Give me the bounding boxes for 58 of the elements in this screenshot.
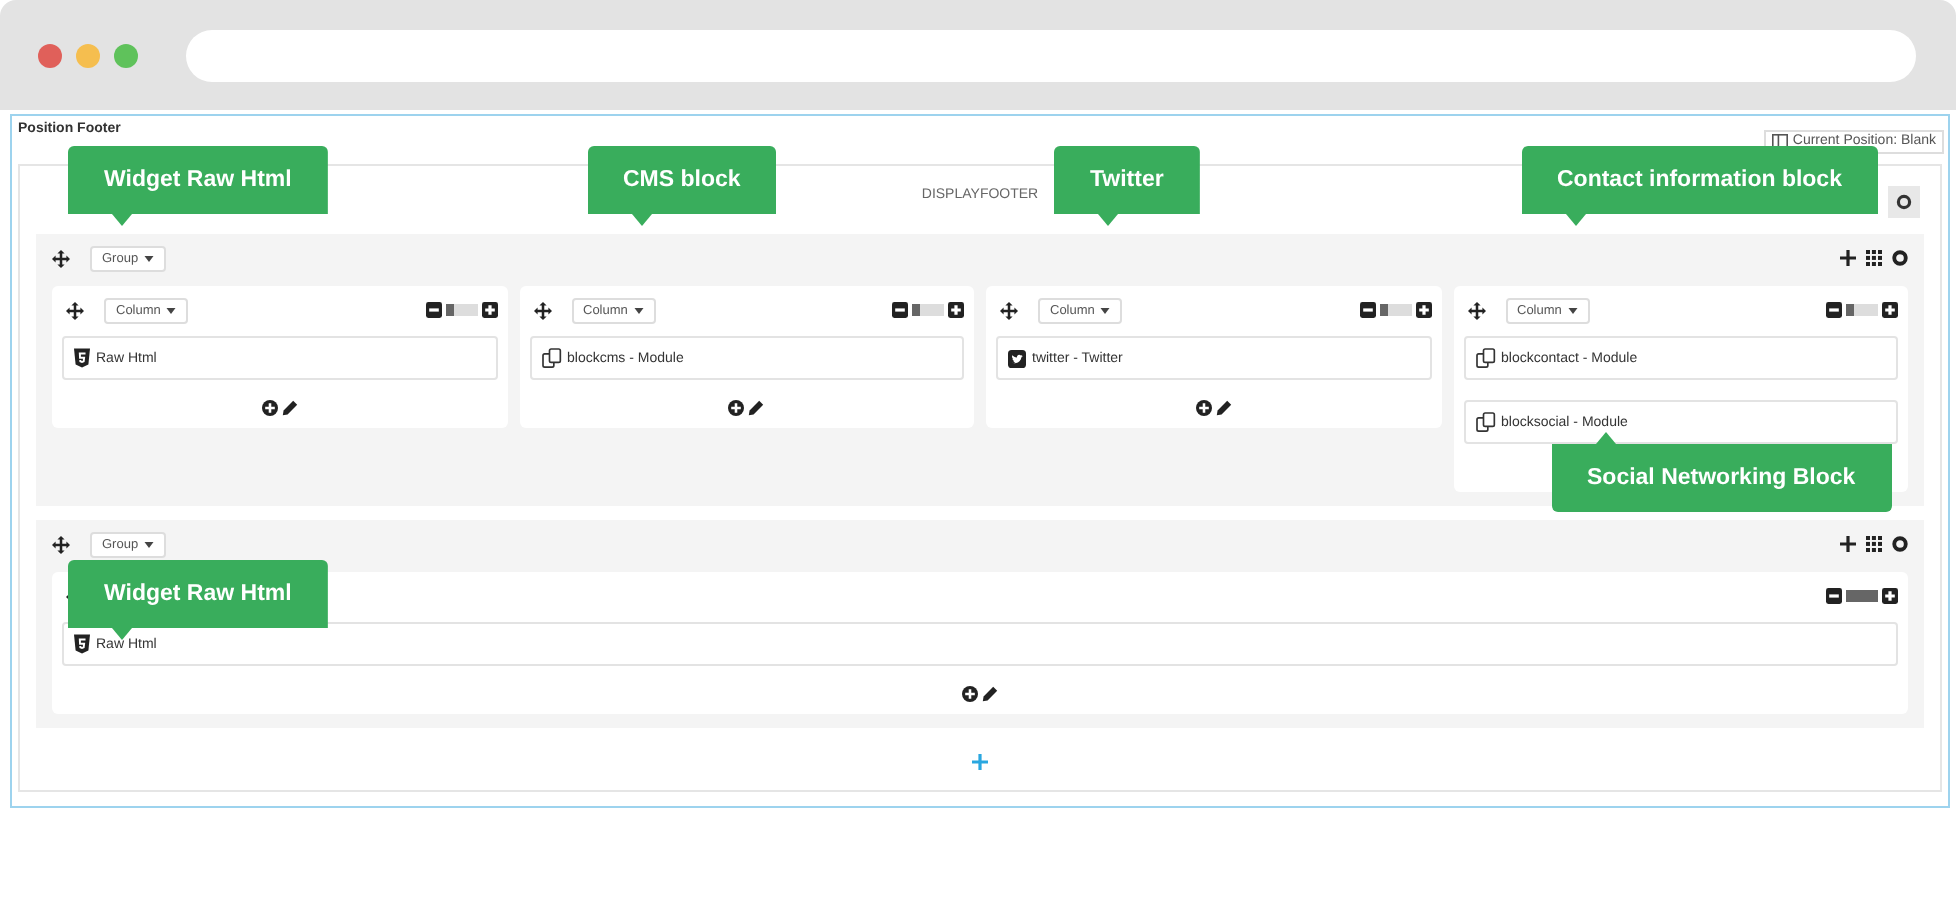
move-icon[interactable]: [52, 535, 70, 553]
add-icon[interactable]: [1840, 536, 1856, 552]
callout-label: CMS block: [587, 146, 777, 226]
move-icon[interactable]: [533, 301, 551, 319]
copy-icon: [1475, 348, 1495, 368]
window-dot[interactable]: [114, 43, 138, 67]
width-meter: [1846, 590, 1878, 602]
copy-icon: [1475, 412, 1495, 432]
move-icon[interactable]: [66, 301, 84, 319]
caret-icon: [1100, 307, 1111, 313]
minus-icon[interactable]: [1826, 588, 1842, 604]
plus-icon[interactable]: [1415, 302, 1431, 318]
minus-icon[interactable]: [1826, 302, 1842, 318]
minus-icon[interactable]: [425, 302, 441, 318]
move-icon[interactable]: [52, 249, 70, 267]
html5-icon: [74, 348, 90, 368]
gear-icon: [1896, 194, 1912, 210]
minus-icon[interactable]: [892, 302, 908, 318]
grid-icon[interactable]: [1866, 536, 1882, 552]
caret-icon: [166, 307, 177, 313]
copy-icon: [541, 348, 561, 368]
settings-icon[interactable]: [1892, 536, 1908, 552]
move-icon[interactable]: [1000, 301, 1018, 319]
window-dot[interactable]: [76, 43, 100, 67]
callout-label: Widget Raw Html: [68, 560, 328, 640]
caret-icon: [633, 307, 644, 313]
add-group-icon[interactable]: [972, 754, 988, 770]
width-meter: [1379, 304, 1411, 316]
pencil-icon[interactable]: [1215, 400, 1232, 416]
add-icon[interactable]: [1840, 250, 1856, 266]
callout-label: Social Networking Block: [1551, 432, 1892, 512]
callout-label: Widget Raw Html: [68, 146, 328, 226]
add-circle-icon[interactable]: [1195, 400, 1212, 416]
add-circle-icon[interactable]: [962, 686, 978, 702]
settings-button[interactable]: [1888, 186, 1920, 218]
add-circle-icon[interactable]: [261, 400, 278, 416]
pencil-icon[interactable]: [748, 400, 765, 416]
width-meter: [912, 304, 944, 316]
minus-icon[interactable]: [1359, 302, 1375, 318]
caret-icon: [1567, 307, 1578, 313]
grid-icon[interactable]: [1866, 250, 1882, 266]
window-dot[interactable]: [38, 43, 62, 67]
settings-icon[interactable]: [1892, 250, 1908, 266]
plus-icon[interactable]: [1882, 588, 1898, 604]
callout-label: Contact information block: [1521, 146, 1878, 226]
pencil-icon[interactable]: [281, 400, 298, 416]
width-meter: [1846, 304, 1878, 316]
width-meter: [445, 304, 477, 316]
twitter-icon: [1008, 349, 1026, 367]
plus-icon[interactable]: [1882, 302, 1898, 318]
callout-label: Twitter: [1054, 146, 1200, 226]
pencil-icon[interactable]: [982, 686, 998, 702]
move-icon[interactable]: [1467, 301, 1485, 319]
caret-icon: [144, 541, 155, 547]
add-circle-icon[interactable]: [728, 400, 745, 416]
plus-icon[interactable]: [481, 302, 497, 318]
plus-icon[interactable]: [948, 302, 964, 318]
caret-icon: [144, 255, 155, 261]
